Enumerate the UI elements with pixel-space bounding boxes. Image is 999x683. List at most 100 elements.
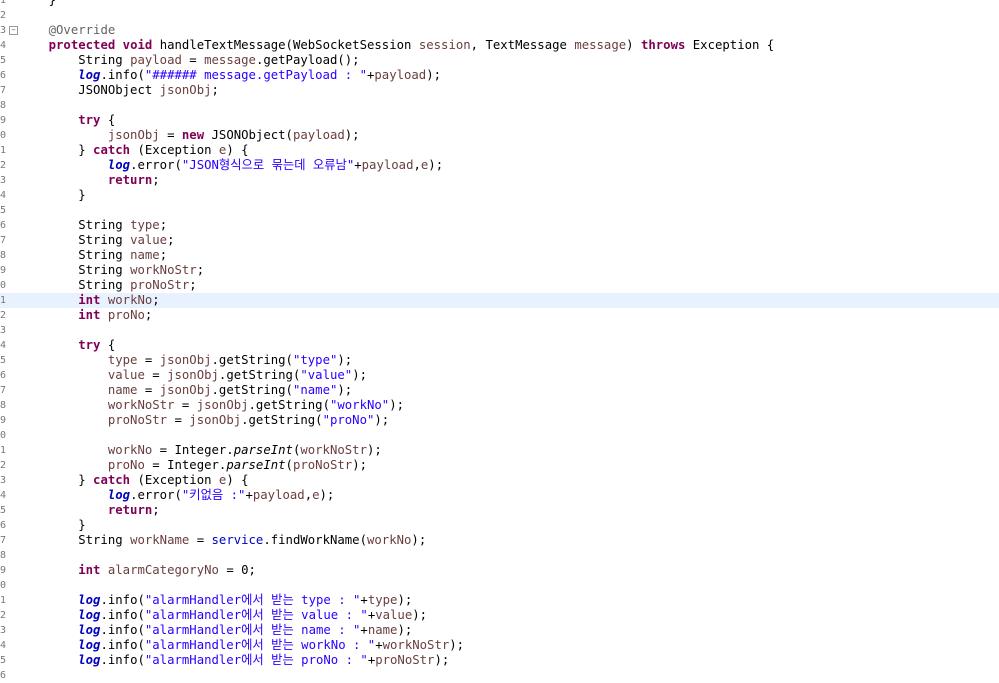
code-line[interactable]: 5 return; (0, 503, 999, 518)
code-token: + (375, 638, 383, 652)
code-line[interactable]: 4 protected void handleTextMessage(WebSo… (0, 38, 999, 53)
code-line[interactable]: 5 type = jsonObj.getString("type"); (0, 353, 999, 368)
code-line[interactable]: 3 return; (0, 173, 999, 188)
code-token: + (360, 593, 368, 607)
code-token: , TextMessage (470, 38, 575, 52)
code-token: ); (319, 488, 335, 502)
code-line[interactable]: 6 value = jsonObj.getString("value"); (0, 368, 999, 383)
code-line[interactable]: 7 JSONObject jsonObj; (0, 83, 999, 98)
line-number: 6 (0, 220, 7, 231)
code-text: String workNoStr; (19, 263, 204, 278)
code-token: String (19, 263, 131, 277)
code-token: payload (292, 128, 345, 142)
code-token: workNoStr (130, 263, 197, 277)
code-token: value (375, 608, 413, 622)
code-token: workNoStr (107, 398, 175, 412)
line-number: 1 (0, 145, 7, 156)
code-text: value = jsonObj.getString("value"); (19, 368, 367, 383)
code-token: ; (159, 218, 168, 232)
code-token: ); (352, 458, 367, 472)
code-line[interactable]: 9 proNoStr = jsonObj.getString("proNo"); (0, 413, 999, 428)
code-token: return (107, 503, 153, 517)
code-line[interactable]: 2 log.error("JSON형식으로 묶는데 오류남"+payload,e… (0, 158, 999, 173)
code-token: ) { (226, 143, 249, 157)
code-text: jsonObj = new JSONObject(payload); (19, 128, 360, 143)
code-line[interactable]: 6 (0, 668, 999, 683)
code-line[interactable]: 4 } (0, 188, 999, 203)
code-text: return; (19, 173, 160, 188)
code-token: try (78, 113, 101, 127)
code-token: String (19, 278, 131, 292)
code-token: , (413, 158, 421, 172)
code-line[interactable]: 6 log.info("###### message.getPayload : … (0, 68, 999, 83)
code-token: = (189, 533, 212, 547)
code-line[interactable]: 8 (0, 98, 999, 113)
code-token: ); (337, 383, 353, 397)
code-token: ; (152, 173, 160, 187)
code-token: ); (344, 128, 360, 142)
code-text: name = jsonObj.getString("name"); (19, 383, 352, 398)
code-line[interactable]: 0 jsonObj = new JSONObject(payload); (0, 128, 999, 143)
fold-collapse-icon[interactable]: − (9, 26, 18, 35)
code-line[interactable]: 1 } catch (Exception e) { (0, 143, 999, 158)
code-area[interactable]: 1 } 2 3− @Override 4 protected void handleT… (0, 0, 999, 683)
code-token: payload (374, 68, 427, 82)
code-line[interactable]: 9 try { (0, 113, 999, 128)
code-line[interactable]: 8 String name; (0, 248, 999, 263)
code-token: , (304, 488, 313, 502)
code-line[interactable]: 1 workNo = Integer.parseInt(workNoStr); (0, 443, 999, 458)
code-line[interactable]: 3 (0, 323, 999, 338)
line-number: 8 (0, 250, 7, 261)
code-token: ); (337, 353, 353, 367)
code-line[interactable]: 7 name = jsonObj.getString("name"); (0, 383, 999, 398)
code-line[interactable]: 0 String proNoStr; (0, 278, 999, 293)
code-line[interactable]: 7 String workName = service.findWorkName… (0, 533, 999, 548)
code-line[interactable]: 2 (0, 8, 999, 23)
code-line[interactable]: 6 String type; (0, 218, 999, 233)
code-token: proNoStr (375, 653, 435, 667)
code-line[interactable]: 3 log.info("alarmHandler에서 받는 name : "+n… (0, 623, 999, 638)
code-line[interactable]: 2 proNo = Integer.parseInt(proNoStr); (0, 458, 999, 473)
code-text: String value; (19, 233, 174, 248)
code-line[interactable]: 4 log.error("키없음 :"+payload,e); (0, 488, 999, 503)
code-line[interactable]: 7 String value; (0, 233, 999, 248)
line-number: 2 (0, 610, 7, 621)
code-text: String name; (19, 248, 167, 263)
line-number: 2 (0, 310, 7, 321)
code-editor[interactable]: { "editor": { "lines": [ {"n":"1","token… (0, 0, 999, 681)
code-token: jsonObj (189, 413, 242, 427)
code-line[interactable]: 5 String payload = message.getPayload(); (0, 53, 999, 68)
code-line[interactable]: 2 log.info("alarmHandler에서 받는 value : "+… (0, 608, 999, 623)
code-token: .info( (100, 68, 145, 82)
code-line[interactable]: 8 workNoStr = jsonObj.getString("workNo"… (0, 398, 999, 413)
code-line[interactable]: 9 int alarmCategoryNo = 0; (0, 563, 999, 578)
code-text: } (19, 0, 56, 8)
code-line[interactable]: 3 } catch (Exception e) { (0, 473, 999, 488)
code-line[interactable]: 8 (0, 548, 999, 563)
code-line[interactable]: 9 String workNoStr; (0, 263, 999, 278)
line-number: 5 (0, 205, 7, 216)
code-token: ); (449, 638, 465, 652)
code-token: catch (93, 473, 131, 487)
code-line[interactable]: 5 (0, 203, 999, 218)
code-line[interactable]: 4 try { (0, 338, 999, 353)
code-line[interactable]: 0 (0, 578, 999, 593)
code-token: "JSON형식으로 묶는데 오류남" (181, 158, 355, 172)
code-line[interactable]: 3− @Override (0, 23, 999, 38)
code-line[interactable]: 1 log.info("alarmHandler에서 받는 type : "+t… (0, 593, 999, 608)
code-line[interactable]: 2 int proNo; (0, 308, 999, 323)
code-token: String (19, 218, 131, 232)
code-line[interactable]: 5 log.info("alarmHandler에서 받는 proNo : "+… (0, 653, 999, 668)
code-line[interactable]: 0 (0, 428, 999, 443)
code-token: type (107, 353, 138, 367)
code-line[interactable]: 6 } (0, 518, 999, 533)
code-token: "키없음 :" (181, 488, 246, 502)
current-line[interactable]: 1 int workNo; (0, 293, 999, 308)
code-line[interactable]: 4 log.info("alarmHandler에서 받는 workNo : "… (0, 638, 999, 653)
code-line[interactable]: 1 } (0, 0, 999, 8)
line-number: 0 (0, 580, 7, 591)
